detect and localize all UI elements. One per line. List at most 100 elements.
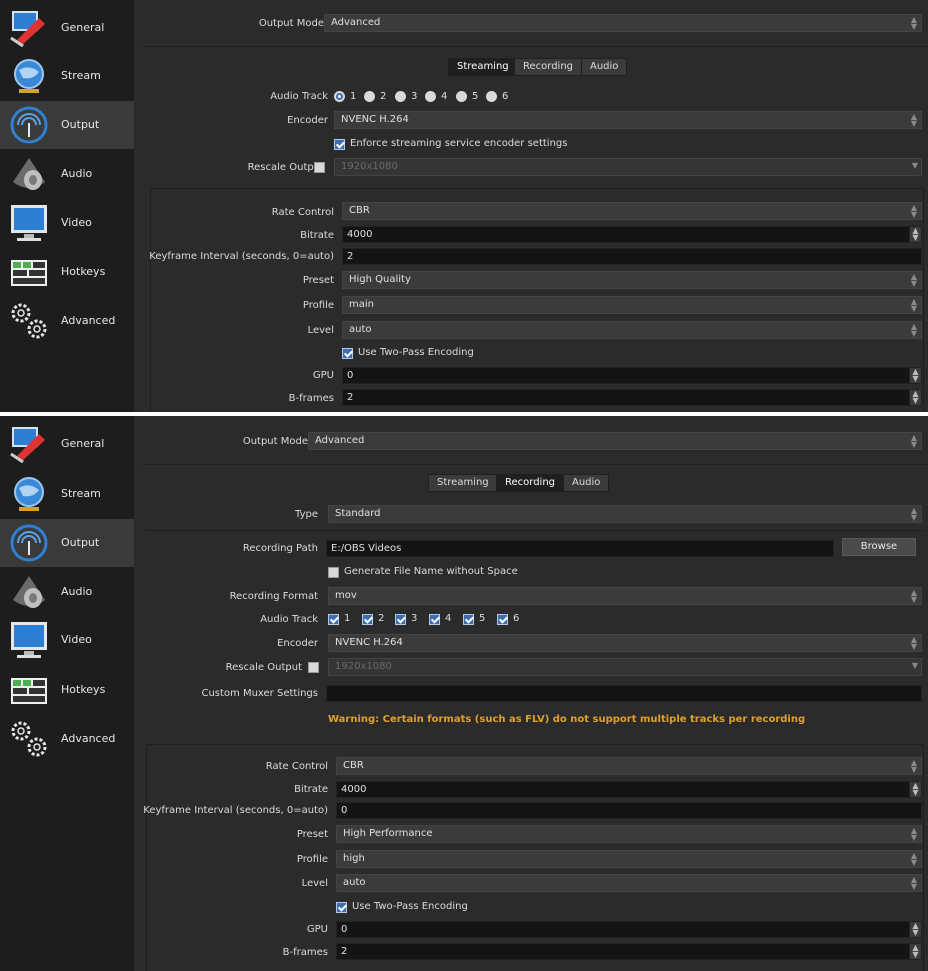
sidebar-item-audio[interactable]: Audio: [0, 568, 134, 616]
chevron-down-icon: ▼: [911, 161, 918, 170]
level-select[interactable]: auto ▲ ▼: [342, 321, 922, 339]
audio-track-checkbox-2[interactable]: [362, 614, 373, 625]
enforce-encoder-settings-checkbox[interactable]: [334, 139, 345, 150]
audio-track-radio-1[interactable]: [334, 91, 345, 102]
bitrate-input[interactable]: 4000 ▲ ▼: [336, 781, 922, 798]
bframes-value: 2: [347, 392, 354, 403]
generate-filename-checkbox[interactable]: [328, 567, 339, 578]
profile-value: main: [349, 299, 374, 310]
rescale-output-checkbox[interactable]: [314, 162, 325, 173]
recording-format-value: mov: [335, 590, 357, 601]
recording-path-input[interactable]: E:/OBS Videos: [326, 540, 834, 557]
gpu-input[interactable]: 0 ▲ ▼: [342, 367, 922, 384]
spin-buttons-icon[interactable]: ▲ ▼: [909, 782, 921, 797]
level-label: Level: [307, 325, 334, 336]
keyframe-interval-label: Keyframe Interval (seconds, 0=auto): [143, 805, 328, 816]
sidebar-item-output[interactable]: Output: [0, 519, 134, 567]
sidebar-item-general[interactable]: General: [0, 4, 134, 52]
audio-track-radio-6[interactable]: [486, 91, 497, 102]
updown-icon: ▲ ▼: [910, 297, 918, 313]
rate-control-label: Rate Control: [265, 761, 328, 772]
sidebar-item-hotkeys[interactable]: Hotkeys: [0, 666, 134, 714]
rescale-resolution-select: 1920x1080 ▼: [334, 158, 922, 176]
sidebar-item-label: General: [61, 437, 105, 450]
preset-select[interactable]: High Quality ▲ ▼: [342, 271, 922, 289]
output-mode-label: Output Mode: [242, 436, 308, 447]
keyframe-interval-input[interactable]: 0: [336, 802, 922, 819]
spin-buttons-icon[interactable]: ▲ ▼: [909, 390, 921, 405]
browse-button[interactable]: Browse: [842, 538, 916, 556]
tab-streaming[interactable]: Streaming: [448, 58, 518, 76]
audio-track-checkbox-3[interactable]: [395, 614, 406, 625]
sidebar-item-advanced[interactable]: Advanced: [0, 297, 134, 345]
audio-track-radio-5[interactable]: [456, 91, 467, 102]
sidebar-item-video[interactable]: Video: [0, 199, 134, 247]
output-mode-select[interactable]: Advanced ▲ ▼: [308, 432, 922, 450]
output-settings-content: Output Mode Advanced ▲ ▼ Streaming Record…: [142, 0, 928, 412]
bitrate-input[interactable]: 4000 ▲ ▼: [342, 226, 922, 243]
output-mode-value: Advanced: [315, 435, 365, 446]
rate-control-select[interactable]: CBR ▲ ▼: [336, 757, 922, 775]
two-pass-encoding-checkbox[interactable]: [342, 348, 353, 359]
bframes-input[interactable]: 2 ▲ ▼: [336, 943, 922, 960]
sidebar-item-audio[interactable]: Audio: [0, 150, 134, 198]
output-mode-value: Advanced: [331, 17, 381, 28]
updown-icon: ▲ ▼: [910, 758, 918, 774]
updown-icon: ▲ ▼: [910, 15, 918, 31]
level-select[interactable]: auto ▲ ▼: [336, 874, 922, 892]
two-pass-encoding-checkbox[interactable]: [336, 902, 347, 913]
audio-track-checkbox-4[interactable]: [429, 614, 440, 625]
preset-label: Preset: [302, 275, 334, 286]
audio-track-checkbox-5[interactable]: [463, 614, 474, 625]
sidebar-item-stream[interactable]: Stream: [0, 52, 134, 100]
preset-select[interactable]: High Performance ▲ ▼: [336, 825, 922, 843]
sidebar-item-hotkeys[interactable]: Hotkeys: [0, 248, 134, 296]
tab-audio[interactable]: Audio: [581, 58, 628, 76]
profile-value: high: [343, 853, 365, 864]
sidebar-item-general[interactable]: General: [0, 420, 134, 468]
spin-buttons-icon[interactable]: ▲ ▼: [909, 368, 921, 383]
output-tabs: Streaming Recording Audio: [448, 58, 638, 76]
rate-control-select[interactable]: CBR ▲ ▼: [342, 202, 922, 220]
keyframe-interval-input[interactable]: 2: [342, 248, 922, 265]
audio-track-radio-label: 6: [502, 91, 509, 102]
recording-format-select[interactable]: mov ▲ ▼: [328, 587, 922, 605]
audio-track-radio-label: 5: [472, 91, 479, 102]
audio-track-radio-3[interactable]: [395, 91, 406, 102]
preset-value: High Quality: [349, 274, 411, 285]
rescale-output-checkbox[interactable]: [308, 662, 319, 673]
sidebar-item-video[interactable]: Video: [0, 616, 134, 664]
spin-buttons-icon[interactable]: ▲ ▼: [909, 944, 921, 959]
output-mode-select[interactable]: Advanced ▲ ▼: [324, 14, 922, 32]
generate-filename-label: Generate File Name without Space: [344, 566, 518, 577]
bframes-input[interactable]: 2 ▲ ▼: [342, 389, 922, 406]
tab-recording[interactable]: Recording: [514, 58, 583, 76]
sidebar-item-label: Video: [61, 216, 92, 229]
audio-track-label: Audio Track: [270, 91, 328, 102]
divider: [142, 464, 928, 465]
sidebar-item-output[interactable]: Output: [0, 101, 134, 149]
rescale-resolution-value: 1920x1080: [341, 161, 398, 172]
profile-select[interactable]: high ▲ ▼: [336, 850, 922, 868]
level-label: Level: [301, 878, 328, 889]
updown-icon: ▲ ▼: [910, 826, 918, 842]
stream-icon: [14, 59, 44, 93]
gpu-input[interactable]: 0 ▲ ▼: [336, 921, 922, 938]
custom-muxer-input[interactable]: [326, 685, 922, 702]
audio-track-checkbox-6[interactable]: [497, 614, 508, 625]
audio-track-radio-2[interactable]: [364, 91, 375, 102]
tab-streaming[interactable]: Streaming: [428, 474, 498, 492]
type-select[interactable]: Standard ▲ ▼: [328, 505, 922, 523]
profile-select[interactable]: main ▲ ▼: [342, 296, 922, 314]
audio-track-checkbox-label: 2: [378, 613, 385, 624]
tab-audio[interactable]: Audio: [563, 474, 610, 492]
encoder-select[interactable]: NVENC H.264 ▲ ▼: [334, 111, 922, 129]
audio-track-checkbox-1[interactable]: [328, 614, 339, 625]
spin-buttons-icon[interactable]: ▲ ▼: [909, 227, 921, 242]
sidebar-item-stream[interactable]: Stream: [0, 470, 134, 518]
encoder-select[interactable]: NVENC H.264 ▲ ▼: [328, 634, 922, 652]
tab-recording[interactable]: Recording: [496, 474, 565, 492]
audio-track-radio-4[interactable]: [425, 91, 436, 102]
spin-buttons-icon[interactable]: ▲ ▼: [909, 922, 921, 937]
sidebar-item-advanced[interactable]: Advanced: [0, 715, 134, 763]
